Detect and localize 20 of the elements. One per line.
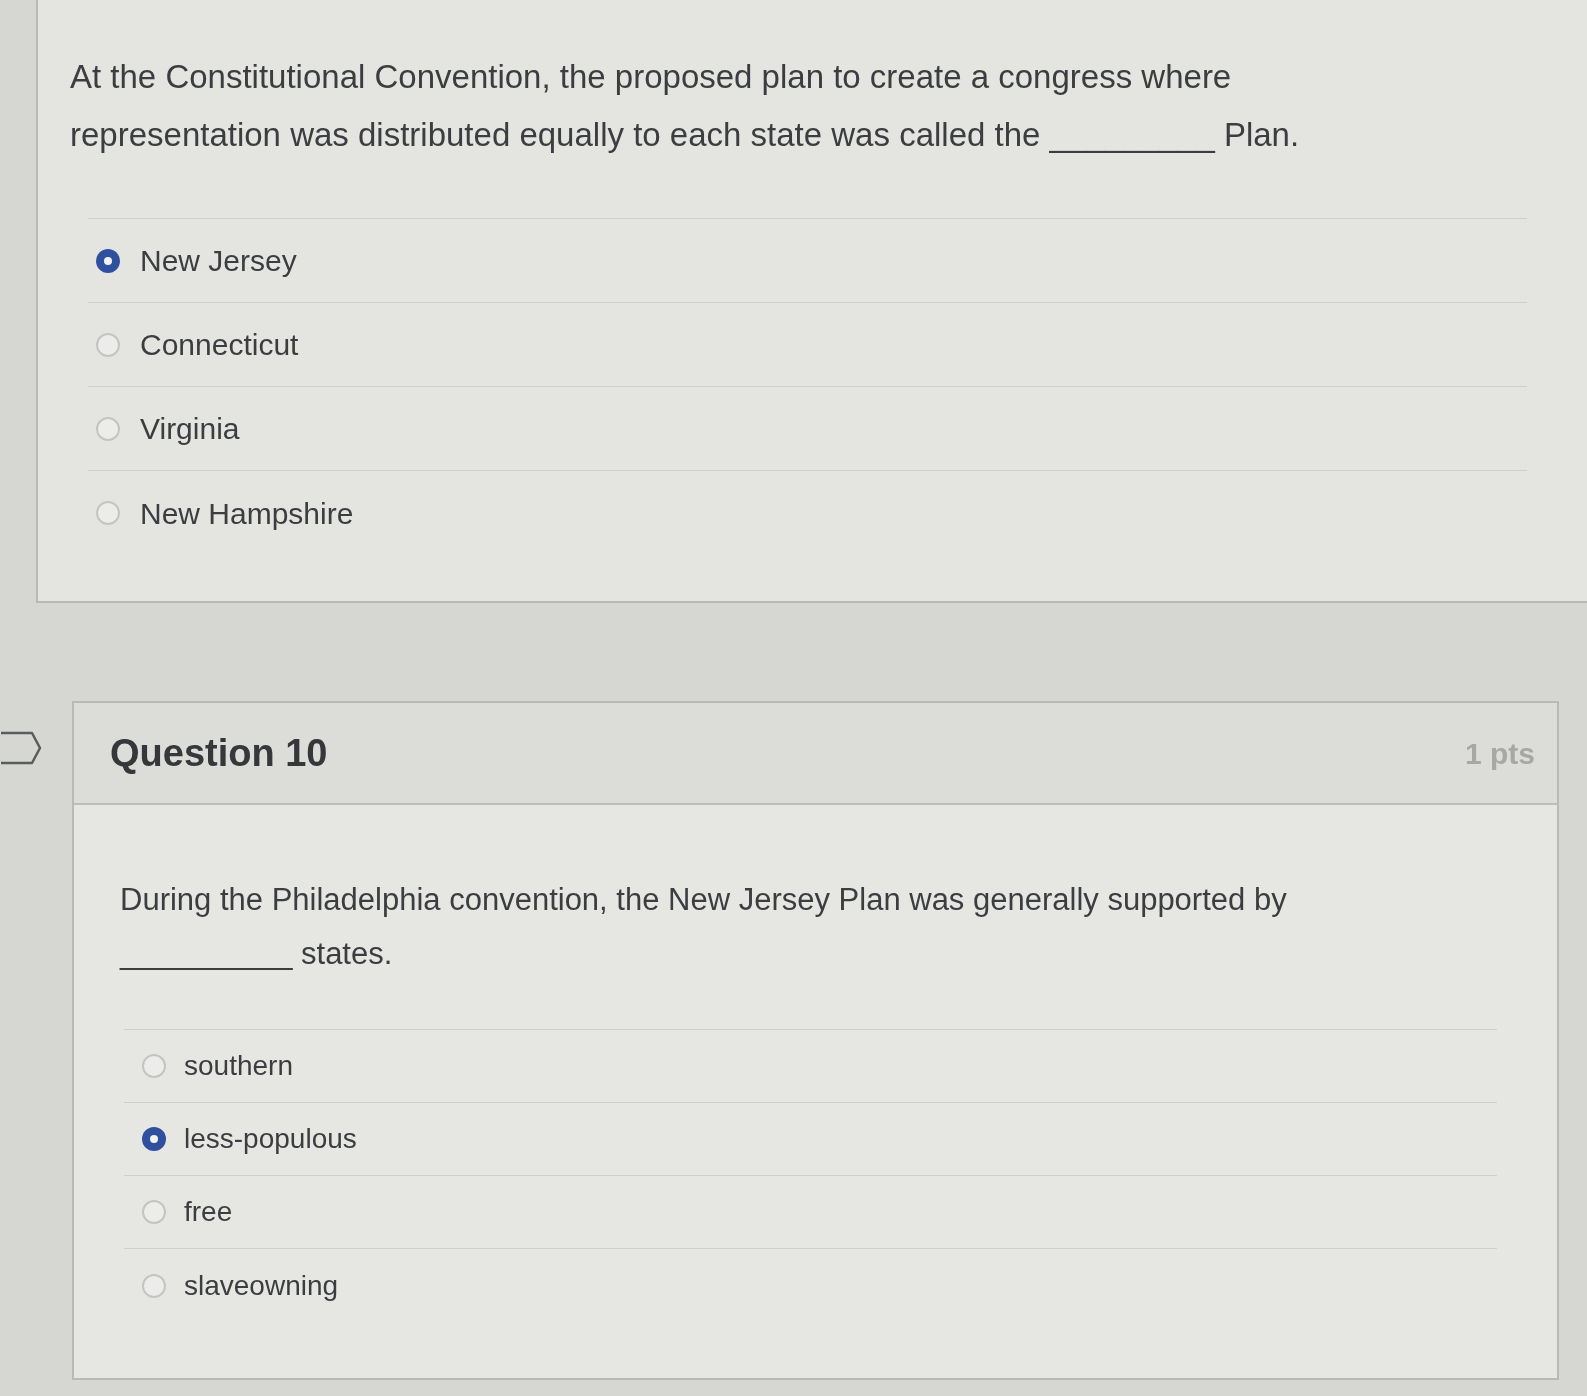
radio-button[interactable] <box>142 1054 166 1078</box>
answer-option[interactable]: southern <box>184 1045 293 1087</box>
radio-button[interactable] <box>142 1200 166 1224</box>
answer-option[interactable]: slaveowning <box>184 1264 339 1307</box>
radio-button[interactable] <box>96 416 120 441</box>
radio-button[interactable] <box>96 501 120 525</box>
question-text: At the Constitutional Convention, the proposed plan to create a congress where representation was distributed equally to each state was called the _________ Plan. <box>70 57 1300 155</box>
answer-option[interactable]: New Hampshire <box>140 490 354 536</box>
answer-option[interactable]: New Jersey <box>140 238 297 283</box>
question-text: During the Philadelphia convention, the New Jersey Plan was generally supported by __________ states. <box>120 881 1287 973</box>
radio-button[interactable] <box>142 1127 166 1151</box>
question-title: Question 10 <box>110 730 328 776</box>
radio-button[interactable] <box>96 332 120 357</box>
bookmark-flag-icon[interactable] <box>0 731 42 765</box>
answer-option[interactable]: Connecticut <box>140 322 299 367</box>
radio-button[interactable] <box>96 248 120 273</box>
answer-option[interactable]: less-populous <box>184 1118 357 1160</box>
radio-button[interactable] <box>142 1273 166 1298</box>
answer-option[interactable]: Virginia <box>140 406 240 451</box>
answer-option[interactable]: free <box>184 1191 233 1233</box>
